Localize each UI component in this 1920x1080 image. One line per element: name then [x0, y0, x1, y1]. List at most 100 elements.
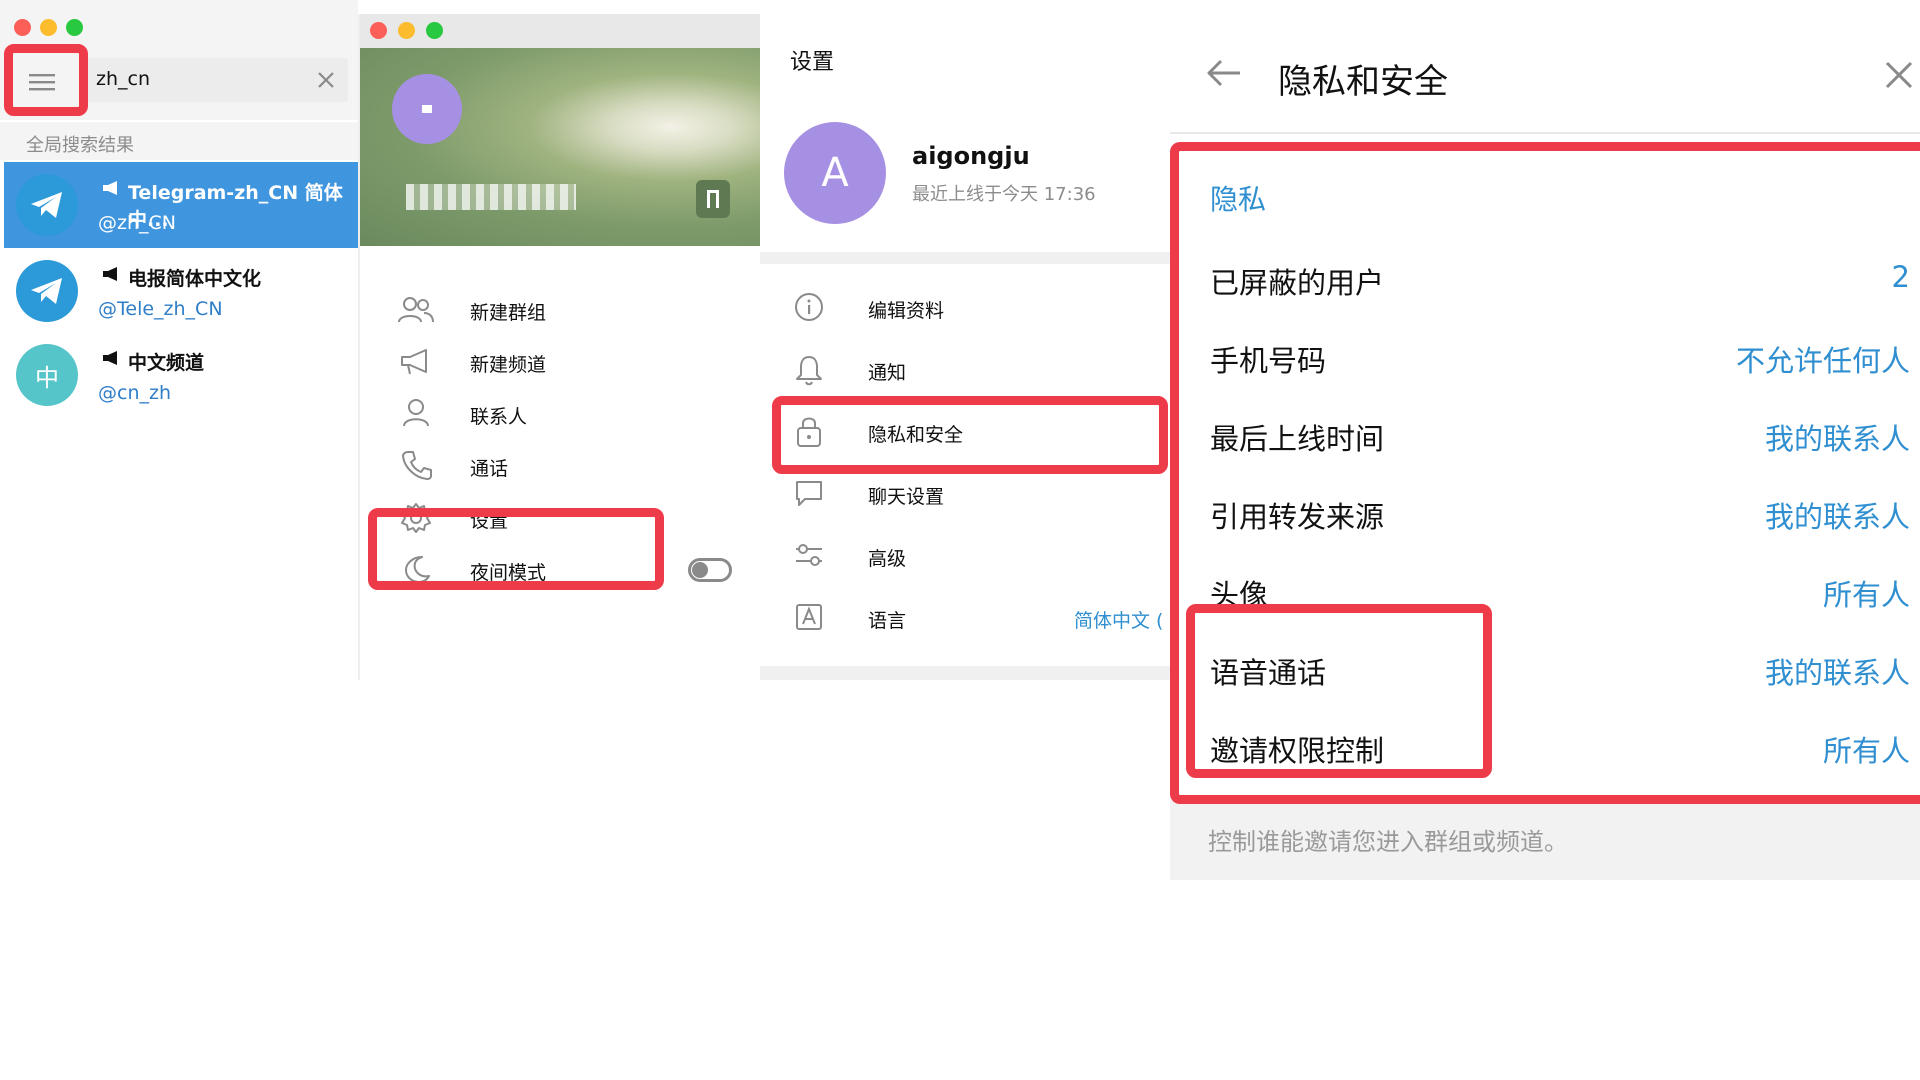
privacy-row-voice-calls[interactable]: 语音通话 我的联系人: [1170, 640, 1910, 702]
telegram-plane-icon: [31, 192, 62, 218]
sliders-icon: [794, 540, 824, 570]
main-menu-panel: 新建群组 新建频道 联系人 通话 设置 夜间模式: [358, 14, 760, 680]
settings-item-label: 编辑资料: [868, 300, 945, 322]
menu-item-contacts[interactable]: 联系人: [358, 388, 760, 440]
profile-name: aigongju: [912, 142, 1030, 170]
minimize-window-button[interactable]: [40, 19, 57, 36]
privacy-row-blocked-users[interactable]: 已屏蔽的用户 2: [1170, 250, 1910, 312]
privacy-row-last-seen[interactable]: 最后上线时间 我的联系人: [1170, 406, 1910, 468]
channel-megaphone-icon: [102, 350, 120, 366]
privacy-panel: 隐私和安全 隐私 已屏蔽的用户 2 手机号码 不允许任何人 最后上线时间 我的联…: [1170, 0, 1920, 880]
maximize-window-button[interactable]: [66, 19, 83, 36]
settings-panel: 设置 A aigongju 最近上线于今天 17:36 编辑资料 通知 隐私和安…: [760, 0, 1170, 680]
menu-item-label: 通话: [470, 458, 509, 480]
moon-icon: [402, 554, 430, 584]
privacy-row-value: 我的联系人: [1764, 500, 1910, 534]
search-input[interactable]: zh_cn: [86, 58, 348, 102]
menu-item-label: 新建频道: [470, 354, 547, 376]
settings-item-label: 通知: [868, 362, 907, 384]
minimize-window-button[interactable]: [398, 22, 415, 39]
search-result-item[interactable]: 中 中文频道 @cn_zh: [4, 334, 358, 412]
section-header: 隐私: [1210, 183, 1267, 216]
result-handle: @cn_zh: [98, 382, 172, 404]
privacy-row-value: 不允许任何人: [1735, 344, 1910, 378]
close-window-button[interactable]: [14, 19, 31, 36]
phone-icon: [402, 450, 432, 480]
settings-item-notifications[interactable]: 通知: [760, 344, 1170, 394]
result-title: 电报简体中文化: [128, 268, 262, 290]
menu-divider: [358, 14, 360, 680]
language-icon: [794, 602, 824, 632]
saved-messages-icon[interactable]: [696, 180, 730, 218]
hamburger-icon: [29, 72, 55, 92]
privacy-row-label: 手机号码: [1210, 344, 1327, 378]
settings-item-chat-settings[interactable]: 聊天设置: [760, 468, 1170, 518]
menu-item-calls[interactable]: 通话: [358, 440, 760, 492]
privacy-row-label: 已屏蔽的用户: [1210, 266, 1385, 300]
hamburger-menu-button[interactable]: [14, 58, 70, 106]
gear-icon: [400, 502, 432, 534]
avatar-letter: 中: [35, 363, 59, 392]
footer-note-area: 控制谁能邀请您进入群组或频道。: [1170, 800, 1920, 880]
menu-item-new-group[interactable]: 新建群组: [358, 284, 760, 336]
section-divider: [760, 252, 1170, 264]
lock-icon: [794, 414, 824, 448]
privacy-row-value: 我的联系人: [1764, 656, 1910, 690]
back-arrow-icon[interactable]: [1206, 58, 1242, 88]
search-query-text: zh_cn: [96, 68, 151, 90]
privacy-row-value: 2: [1891, 260, 1910, 294]
privacy-row-phone-number[interactable]: 手机号码 不允许任何人: [1170, 328, 1910, 390]
search-result-item[interactable]: 电报简体中文化 @Tele_zh_CN: [4, 248, 358, 334]
group-icon: [398, 296, 434, 324]
menu-item-label: 联系人: [470, 406, 528, 428]
channel-megaphone-icon: [102, 266, 120, 282]
settings-item-edit-profile[interactable]: 编辑资料: [760, 282, 1170, 332]
privacy-row-forwarded-messages[interactable]: 引用转发来源 我的联系人: [1170, 484, 1910, 546]
page-title: 隐私和安全: [1278, 62, 1448, 102]
close-icon[interactable]: [1884, 60, 1914, 90]
close-window-button[interactable]: [370, 22, 387, 39]
settings-item-advanced[interactable]: 高级: [760, 530, 1170, 580]
profile-avatar[interactable]: A: [784, 122, 886, 224]
megaphone-icon: [400, 348, 432, 376]
privacy-row-label: 邀请权限控制: [1210, 734, 1385, 768]
telegram-avatar: [16, 174, 78, 236]
clear-search-icon[interactable]: [316, 70, 336, 90]
section-divider: [760, 666, 1170, 680]
settings-item-label: 隐私和安全: [868, 424, 964, 446]
privacy-row-label: 最后上线时间: [1210, 422, 1385, 456]
menu-item-new-channel[interactable]: 新建频道: [358, 336, 760, 388]
language-value: 简体中文 (: [1074, 610, 1164, 632]
menu-item-label: 新建群组: [470, 302, 547, 324]
privacy-row-label: 引用转发来源: [1210, 500, 1385, 534]
bell-icon: [794, 354, 824, 386]
privacy-row-label: 头像: [1210, 578, 1269, 612]
privacy-row-value: 所有人: [1822, 734, 1910, 768]
result-handle: @zh_CN: [98, 212, 176, 234]
telegram-plane-icon: [31, 278, 62, 304]
avatar[interactable]: [392, 74, 462, 144]
privacy-row-profile-photo[interactable]: 头像 所有人: [1170, 562, 1910, 624]
maximize-window-button[interactable]: [426, 22, 443, 39]
privacy-row-value: 我的联系人: [1764, 422, 1910, 456]
settings-item-privacy-security[interactable]: 隐私和安全: [760, 406, 1170, 456]
person-icon: [402, 398, 430, 428]
night-mode-toggle[interactable]: [688, 558, 732, 582]
search-result-item[interactable]: Telegram-zh_CN 简体中... @zh_CN: [4, 162, 358, 248]
menu-titlebar: [358, 14, 760, 48]
blurred-profile-name: [406, 184, 576, 210]
settings-item-language[interactable]: 语言 简体中文 (: [760, 592, 1170, 642]
menu-item-settings[interactable]: 设置: [358, 492, 760, 544]
chat-icon: [794, 478, 824, 508]
channel-avatar: 中: [16, 344, 78, 406]
menu-item-label: 夜间模式: [470, 562, 547, 584]
menu-item-night-mode[interactable]: 夜间模式: [358, 544, 760, 596]
settings-item-label: 高级: [868, 548, 907, 570]
search-section-header: 全局搜索结果: [0, 122, 358, 160]
telegram-avatar: [16, 260, 78, 322]
search-panel: zh_cn 全局搜索结果 Telegram-zh_CN 简体中... @zh_C…: [0, 0, 358, 412]
menu-item-label: 设置: [470, 510, 509, 532]
privacy-row-group-invites[interactable]: 邀请权限控制 所有人: [1170, 718, 1910, 780]
settings-item-label: 语言: [868, 610, 907, 632]
profile-status: 最近上线于今天 17:36: [912, 184, 1096, 205]
